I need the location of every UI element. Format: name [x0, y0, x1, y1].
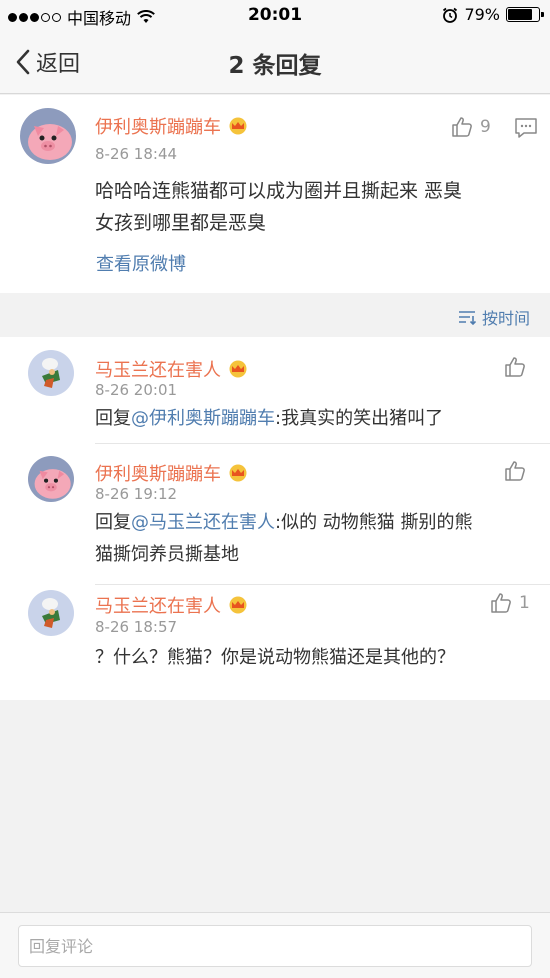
comment-text-line: 哈哈哈连熊猫都可以成为圈并且撕起来 恶臭 — [95, 180, 463, 202]
reply-time: 8-26 20:01 — [95, 381, 178, 399]
sort-by-time-button[interactable]: 按时间 — [458, 305, 530, 329]
reply-text-line: 猫撕饲养员撕基地 — [95, 544, 239, 565]
bottom-bar — [0, 912, 550, 978]
status-bar: 中国移动 20:01 79% — [0, 0, 550, 30]
like-count: 1 — [519, 593, 530, 613]
reply-text-line: :似的 动物熊猫 撕别的熊 — [275, 512, 473, 533]
avatar[interactable] — [28, 590, 74, 636]
view-original-weibo-link[interactable]: 查看原微博 — [96, 250, 186, 276]
main-user-name-row: 伊利奥斯蹦蹦车 — [95, 113, 249, 139]
alarm-icon — [443, 7, 458, 23]
thumbs-up-icon — [505, 357, 525, 377]
thumbs-up-icon — [491, 593, 511, 613]
mention-link[interactable]: @伊利奥斯蹦蹦车 — [131, 408, 275, 429]
reply-item: 马玉兰还在害人 8-26 18:57 ？什么？熊猫？你是说动物熊猫还是其他的？ … — [0, 585, 550, 700]
reply-user-name-row: 马玉兰还在害人 — [95, 592, 249, 618]
reply-item: 伊利奥斯蹦蹦车 8-26 19:12 回复@马玉兰还在害人:似的 动物熊猫 撕别… — [0, 444, 550, 584]
reply-user-name-row: 马玉兰还在害人 — [95, 356, 249, 382]
thumbs-up-icon — [505, 461, 525, 481]
comment-text-line: 女孩到哪里都是恶臭 — [95, 212, 267, 234]
pig-avatar-icon — [28, 456, 74, 502]
reply-prefix: 回复 — [95, 512, 131, 533]
cartoon-avatar-icon — [28, 350, 74, 396]
reply-input[interactable] — [18, 925, 532, 967]
reply-prefix: 回复 — [95, 408, 131, 429]
comment-time: 8-26 18:44 — [95, 145, 178, 163]
reply-text-line: ？什么？熊猫？你是说动物熊猫还是其他的？ — [95, 647, 455, 668]
avatar[interactable] — [28, 456, 74, 502]
crown-icon — [229, 117, 247, 135]
mention-link[interactable]: @马玉兰还在害人 — [131, 512, 275, 533]
reply-user-name-row: 伊利奥斯蹦蹦车 — [95, 460, 249, 486]
cartoon-avatar-icon — [28, 590, 74, 636]
reply-list: 马玉兰还在害人 8-26 20:01 回复@伊利奥斯蹦蹦车:我真实的笑出猪叫了 — [0, 337, 550, 700]
reply-time: 8-26 19:12 — [95, 485, 178, 503]
pig-avatar-icon — [20, 108, 76, 164]
like-button[interactable] — [503, 355, 533, 379]
user-name[interactable]: 马玉兰还在害人 — [95, 592, 221, 618]
avatar[interactable] — [28, 350, 74, 396]
crown-icon — [229, 360, 247, 378]
avatar[interactable] — [20, 108, 76, 164]
battery-percent: 79% — [464, 5, 500, 24]
crown-icon — [229, 596, 247, 614]
like-button[interactable]: 1 — [489, 591, 530, 615]
reply-text: 回复@马玉兰还在害人:似的 动物熊猫 撕别的熊 猫撕饲养员撕基地 — [95, 507, 473, 571]
reply-item: 马玉兰还在害人 8-26 20:01 回复@伊利奥斯蹦蹦车:我真实的笑出猪叫了 — [0, 337, 550, 443]
comment-icon[interactable] — [514, 117, 538, 139]
comment-text: 哈哈哈连熊猫都可以成为圈并且撕起来 恶臭 女孩到哪里都是恶臭 — [95, 175, 462, 239]
status-right: 79% — [442, 5, 544, 24]
user-name[interactable]: 伊利奥斯蹦蹦车 — [95, 113, 221, 139]
user-name[interactable]: 马玉兰还在害人 — [95, 356, 221, 382]
sort-label: 按时间 — [481, 309, 530, 328]
thumbs-up-icon — [452, 117, 472, 137]
reply-time: 8-26 18:57 — [95, 618, 178, 636]
sort-icon — [458, 311, 476, 325]
reply-text-line: :我真实的笑出猪叫了 — [275, 408, 444, 429]
main-comment: 伊利奥斯蹦蹦车 8-26 18:44 哈哈哈连熊猫都可以成为圈并且撕起来 恶臭 … — [0, 95, 550, 293]
crown-icon — [229, 464, 247, 482]
battery-icon — [506, 7, 544, 22]
page-title: 2 条回复 — [228, 53, 322, 79]
like-button[interactable] — [503, 459, 533, 483]
like-button[interactable]: 9 — [450, 115, 491, 139]
navigation-bar: 返回 2 条回复 — [0, 30, 550, 94]
like-count: 9 — [480, 117, 491, 137]
reply-text: 回复@伊利奥斯蹦蹦车:我真实的笑出猪叫了 — [95, 403, 443, 435]
reply-text: ？什么？熊猫？你是说动物熊猫还是其他的？ — [95, 642, 455, 674]
user-name[interactable]: 伊利奥斯蹦蹦车 — [95, 460, 221, 486]
